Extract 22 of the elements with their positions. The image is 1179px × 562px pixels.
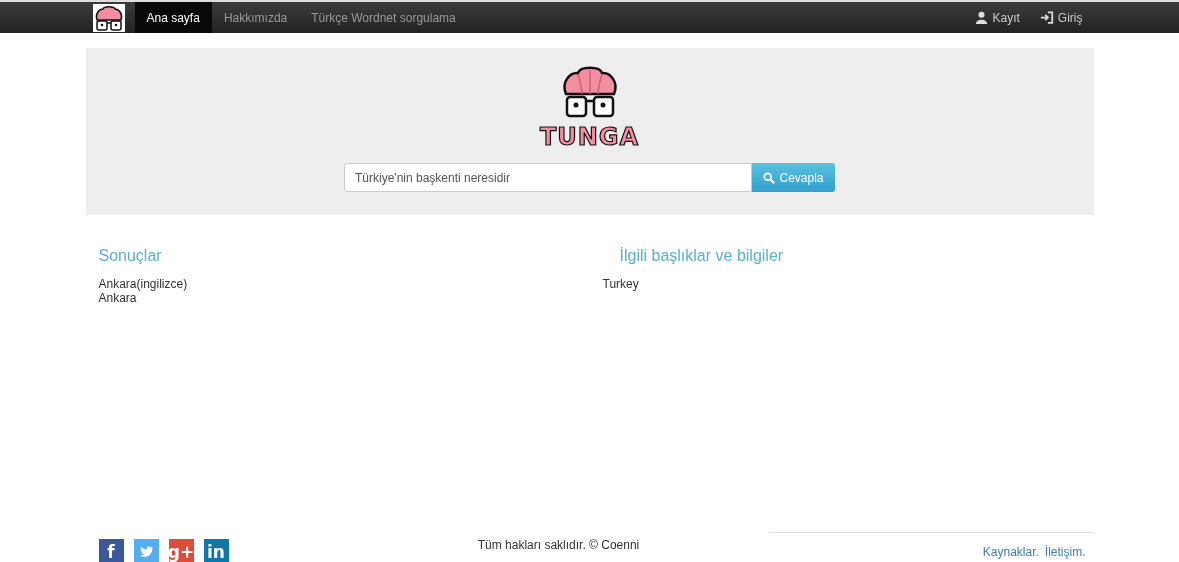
login-icon [1039, 11, 1054, 24]
result-link[interactable]: Ankara [98, 291, 137, 305]
result-link[interactable]: Ankara(ingilizce) [98, 277, 188, 291]
related-link[interactable]: Turkey [602, 277, 639, 291]
social-link[interactable]: g+ [168, 539, 194, 562]
nav-link[interactable]: Giriş [1029, 2, 1093, 33]
logo-wordmark: TUNGA [539, 123, 640, 151]
search-icon [763, 171, 776, 184]
social-link[interactable]: in [203, 539, 229, 562]
nav-link[interactable]: Hakkımızda [211, 2, 300, 33]
footer-link[interactable]: Kaynaklar. [982, 545, 1039, 559]
copyright-text: Tüm hakları saklıdır. © Coenni [476, 538, 641, 552]
footer-link[interactable]: İletişim. [1044, 545, 1086, 559]
nav-link[interactable]: Türkçe Wordnet sorgulama [299, 2, 468, 33]
nav-link[interactable]: Ana sayfa [134, 2, 212, 33]
user-icon [975, 11, 989, 24]
section-title: İlgili başlıklar ve bilgiler [619, 247, 784, 265]
search-field[interactable]: Türkiye'nin başkenti neresidir [344, 163, 752, 192]
social-link[interactable]: f [98, 539, 124, 562]
nav-link[interactable]: Kayıt [965, 2, 1030, 33]
section-title: Sonuçlar [98, 247, 162, 265]
brain-glasses-logo-icon[interactable] [92, 3, 125, 32]
